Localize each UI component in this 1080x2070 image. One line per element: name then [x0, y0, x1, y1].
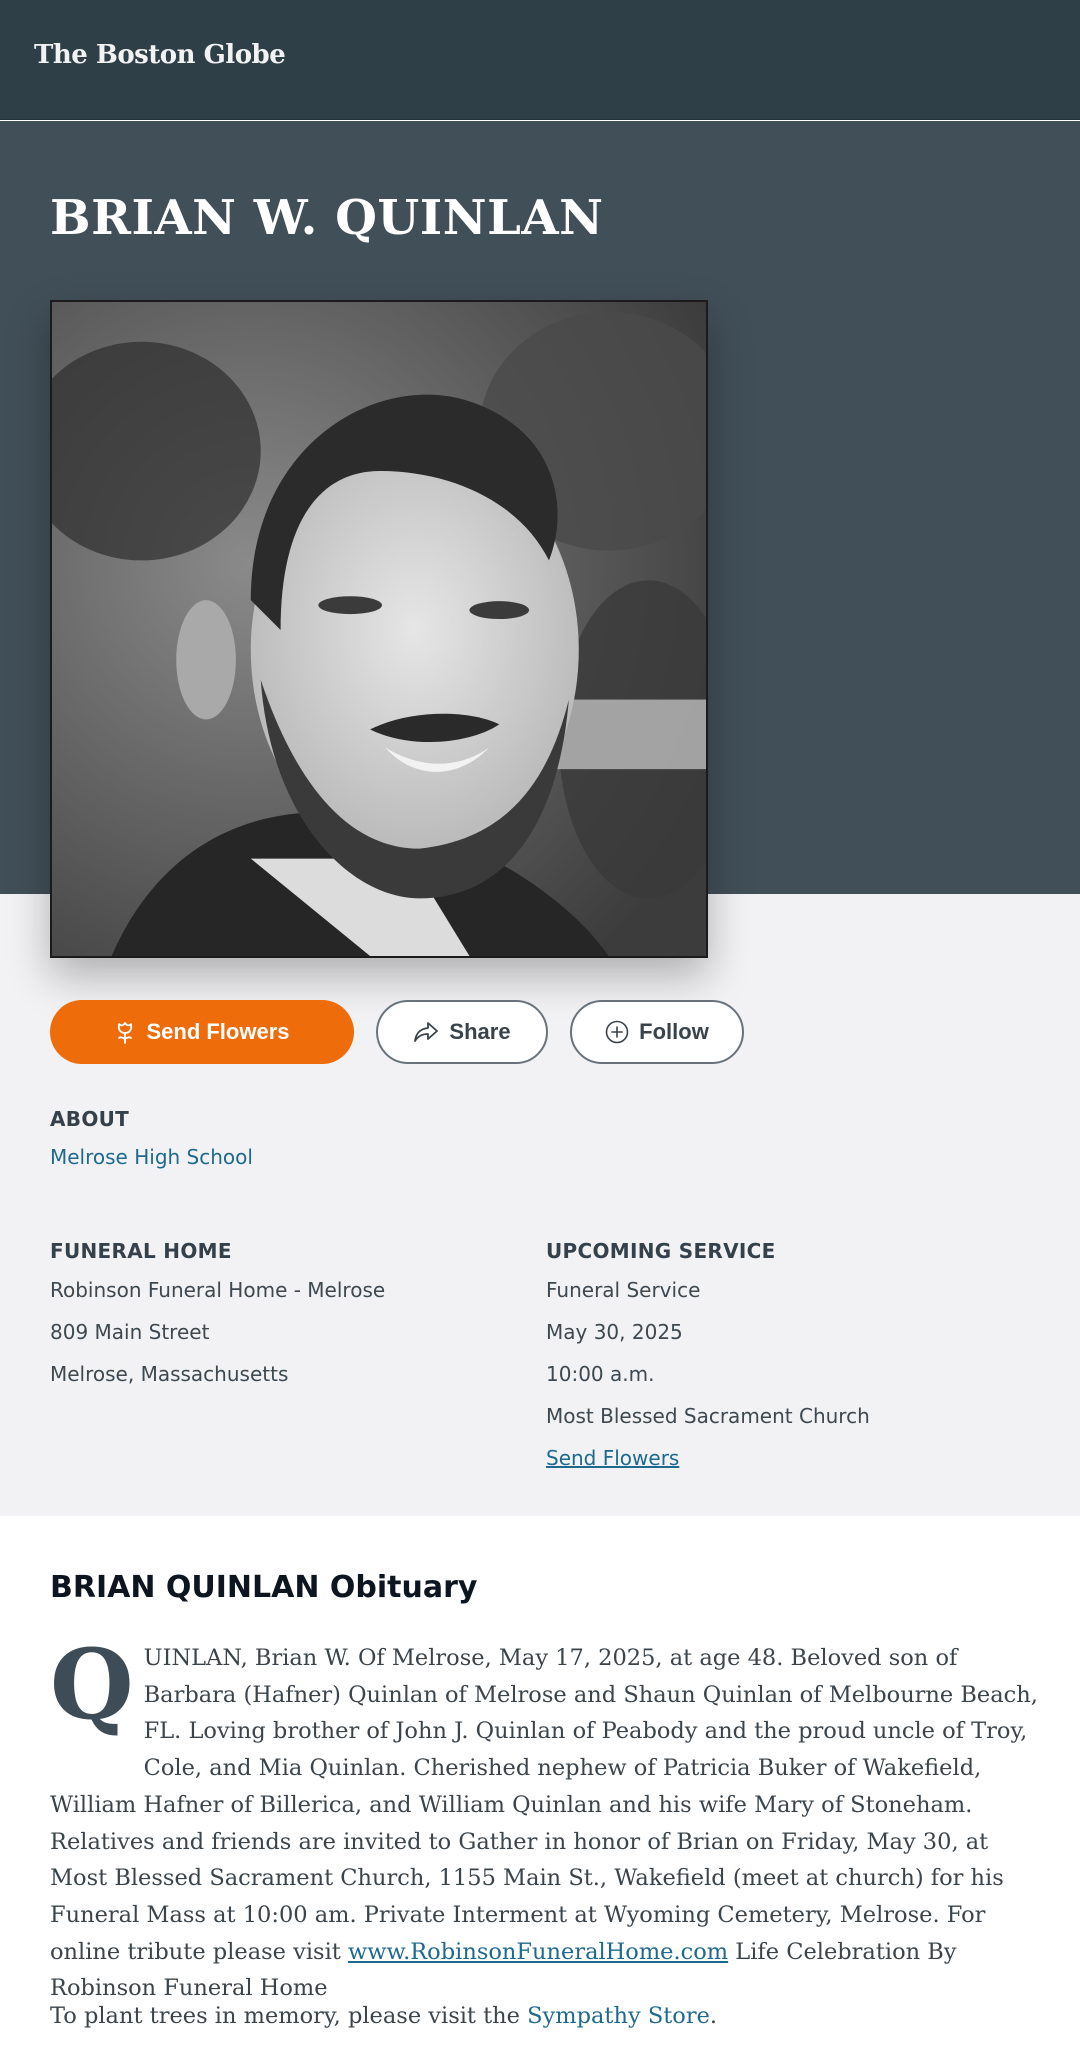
portrait-photo	[50, 300, 708, 958]
sympathy-store-link[interactable]: Sympathy Store	[527, 2003, 710, 2029]
funeral-home-name: Robinson Funeral Home - Melrose	[50, 1278, 386, 1302]
plant-trees-text: To plant trees in memory, please visit t…	[50, 2003, 528, 2029]
share-arrow-icon	[414, 1022, 439, 1042]
send-flowers-button[interactable]: Send Flowers	[50, 1000, 354, 1064]
service-time: 10:00 a.m.	[546, 1362, 655, 1386]
details-panel	[0, 894, 1080, 1516]
share-label: Share	[449, 1019, 511, 1044]
obituary-text: Q UINLAN, Brian W. Of Melrose, May 17, 20…	[50, 1628, 1042, 2007]
obituary-title: BRIAN QUINLAN Obituary	[50, 1570, 478, 1605]
send-flowers-label: Send Flowers	[146, 1019, 290, 1044]
service-type: Funeral Service	[546, 1278, 701, 1302]
follow-button[interactable]: Follow	[570, 1000, 744, 1064]
plus-circle-icon	[605, 1020, 629, 1044]
upcoming-service-heading: UPCOMING SERVICE	[546, 1239, 776, 1263]
site-logo[interactable]: The Boston Globe	[34, 40, 286, 70]
drop-cap: Q	[50, 1628, 134, 1741]
plant-trees-end: .	[709, 2003, 718, 2029]
service-location: Most Blessed Sacrament Church	[546, 1404, 870, 1428]
funeral-home-heading: FUNERAL HOME	[50, 1239, 232, 1263]
person-name: BRIAN W. QUINLAN	[50, 190, 604, 246]
plant-trees-note: To plant trees in memory, please visit t…	[50, 2003, 717, 2029]
funeral-home-city: Melrose, Massachusetts	[50, 1362, 289, 1386]
service-date: May 30, 2025	[546, 1320, 683, 1344]
about-heading: ABOUT	[50, 1107, 130, 1131]
school-link[interactable]: Melrose High School	[50, 1145, 253, 1169]
flower-icon	[118, 1022, 133, 1044]
funeral-home-website-link[interactable]: www.RobinsonFuneralHome.com	[348, 1939, 728, 1965]
follow-label: Follow	[639, 1019, 709, 1044]
share-button[interactable]: Share	[376, 1000, 548, 1064]
site-header: The Boston Globe	[0, 0, 1080, 120]
funeral-home-street: 809 Main Street	[50, 1320, 210, 1344]
service-send-flowers-link[interactable]: Send Flowers	[546, 1446, 679, 1470]
obituary-body: UINLAN, Brian W. Of Melrose, May 17, 202…	[50, 1645, 1038, 1965]
